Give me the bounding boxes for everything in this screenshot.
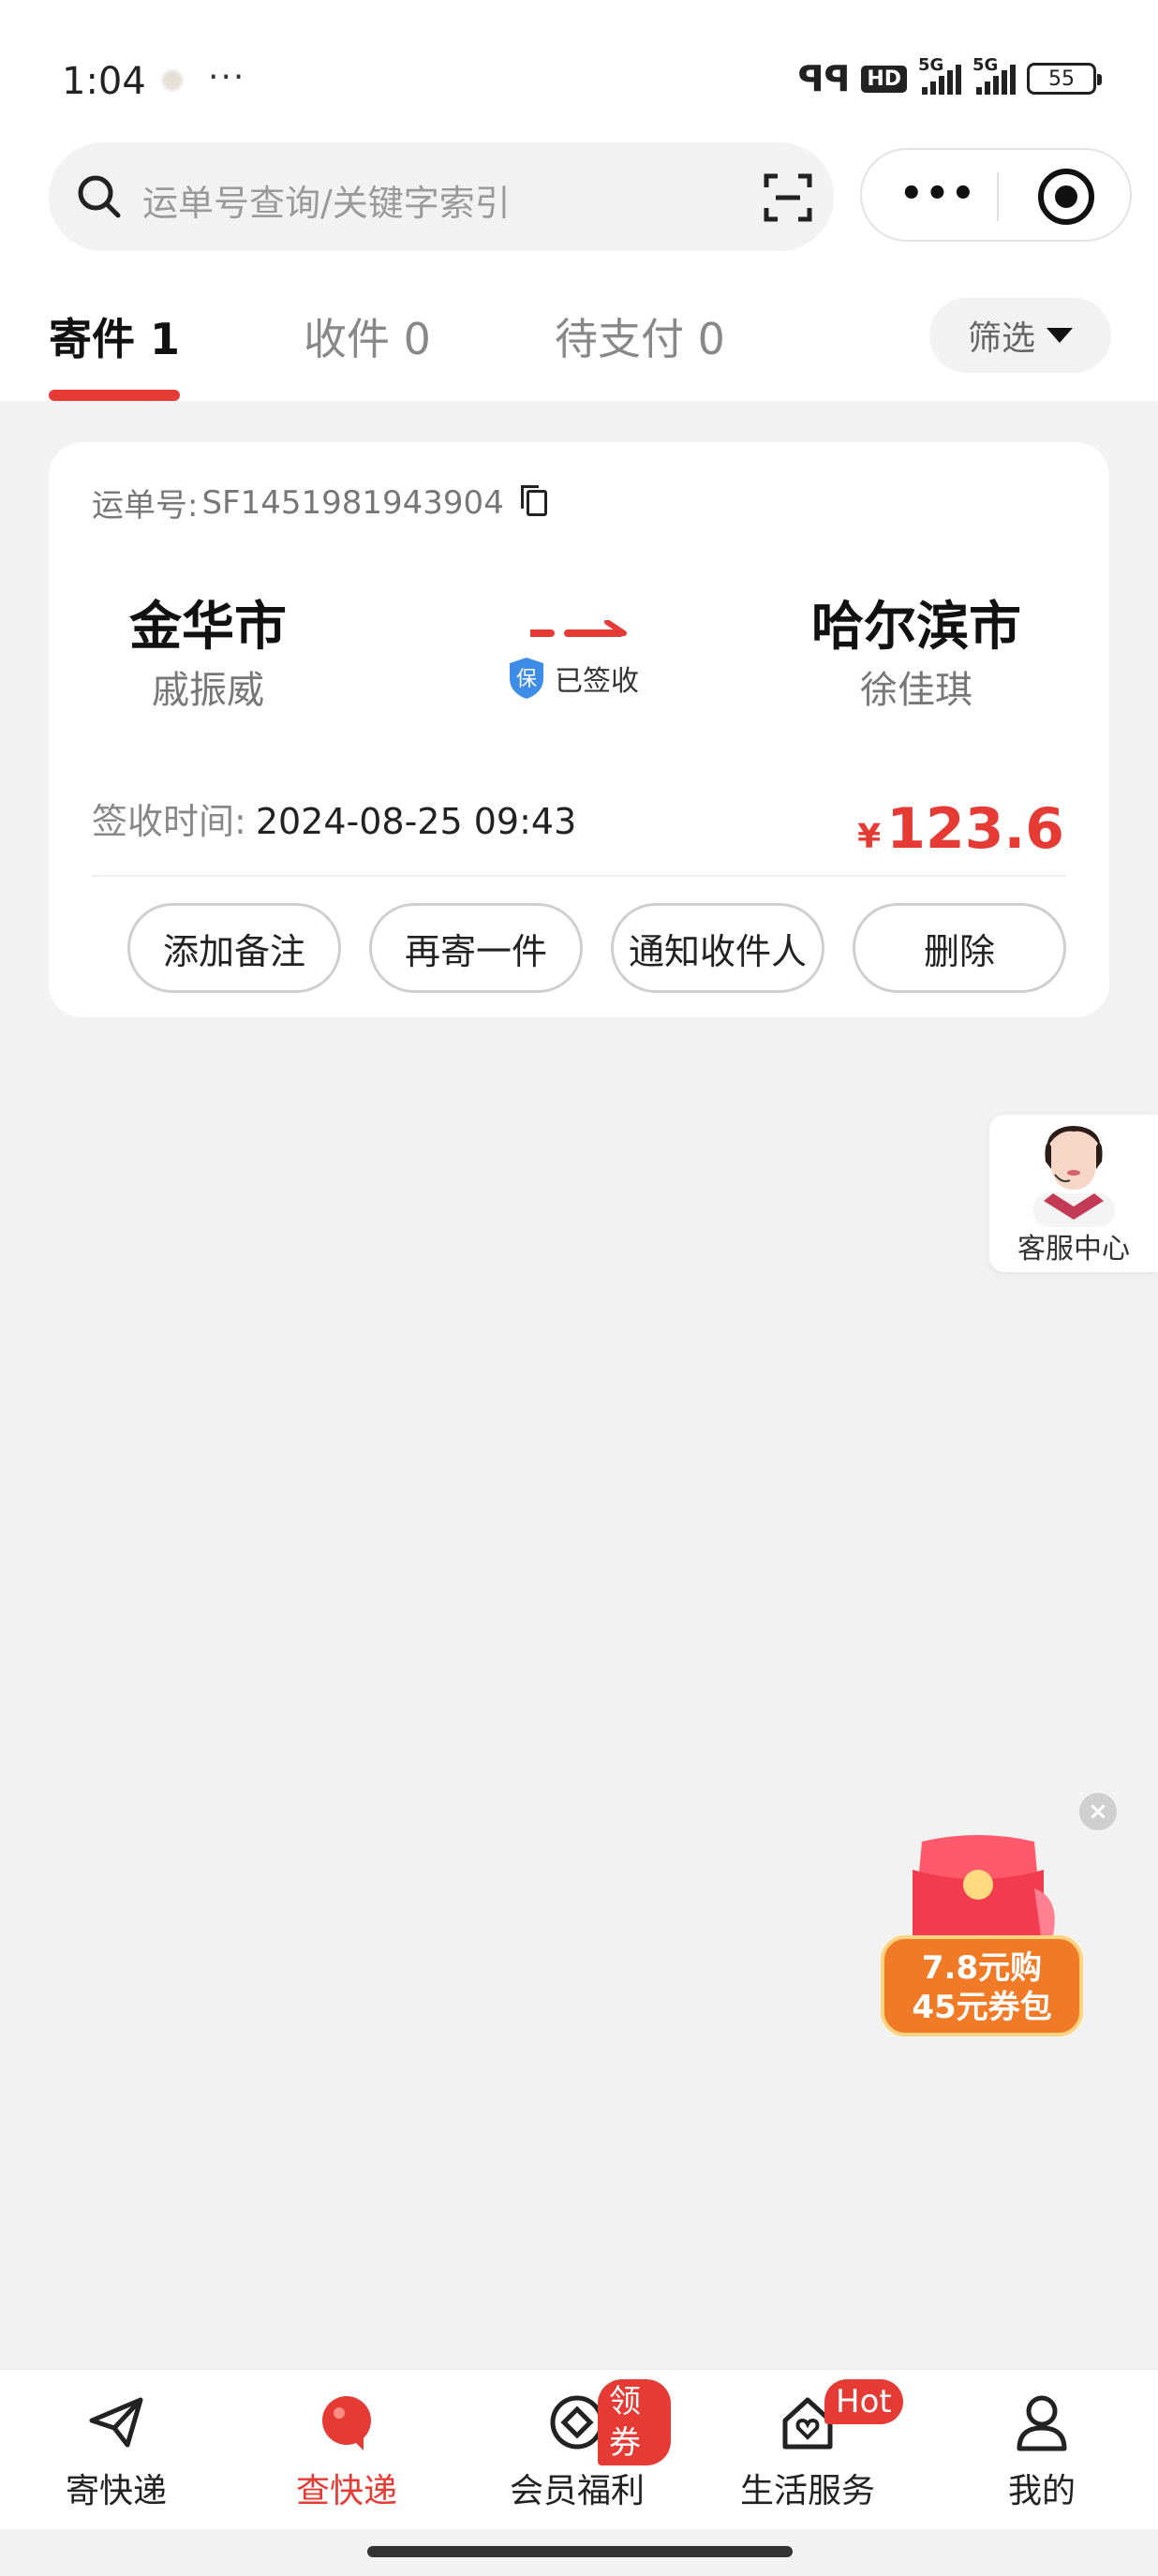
insured-shield-icon: 保: [510, 658, 543, 699]
waybill-row: 运单号: SF1451981943904: [92, 480, 547, 526]
delete-button[interactable]: 删除: [853, 903, 1066, 993]
svg-text:保: 保: [516, 668, 537, 691]
status-bar: 1:04 ··· ꟼꟼ HD 5G 5G 55: [0, 0, 1158, 141]
promo-label: 7.8元购 45元券包: [881, 1935, 1083, 2036]
filter-label: 筛选: [967, 319, 1035, 358]
capsule-divider: [997, 172, 999, 221]
price-value: 123.6: [886, 796, 1064, 862]
waybill-number: SF1451981943904: [201, 483, 504, 522]
active-tab-indicator: [49, 390, 180, 401]
waybill-label: 运单号:: [92, 487, 199, 525]
coupon-promo-banner[interactable]: 7.8元购 45元券包: [881, 1828, 1087, 2040]
hot-badge: Hot: [824, 2379, 903, 2424]
search-icon: [78, 175, 121, 218]
nav-label: 会员福利: [509, 2472, 645, 2510]
sign-time-value: 2024-08-25 09:43: [255, 801, 577, 842]
recipient-name: 徐佳琪: [860, 669, 972, 712]
customer-service-avatar-icon: [1032, 1126, 1115, 1227]
home-indicator[interactable]: [367, 2546, 793, 2557]
notify-recipient-button[interactable]: 通知收件人: [611, 903, 824, 993]
scan-icon[interactable]: [763, 172, 813, 223]
customer-service-label: 客服中心: [1017, 1233, 1130, 1266]
tab-pending-payment[interactable]: 待支付 0: [555, 305, 725, 367]
hd-icon: HD: [861, 65, 907, 93]
promo-line-1: 7.8元购: [921, 1949, 1043, 1987]
nav-label: 我的: [1007, 2472, 1076, 2510]
tab-send[interactable]: 寄件 1: [49, 305, 180, 367]
nav-send-express[interactable]: 寄快递: [22, 2370, 210, 2531]
bottom-navigation: 寄快递 查快递 会员福利 领券 生活服务 Hot 我的: [0, 2368, 1158, 2529]
paper-plane-icon: [89, 2397, 143, 2448]
shipment-card[interactable]: 运单号: SF1451981943904 金华市 戚振威 保 已签收 哈尔滨市 …: [49, 442, 1109, 1017]
coupon-badge: 领券: [598, 2379, 671, 2465]
status-time: 1:04: [62, 60, 146, 103]
sign-time-row: 签收时间: 2024-08-25 09:43: [92, 792, 576, 844]
location-bubble-icon: [322, 2396, 371, 2450]
card-divider: [92, 875, 1066, 877]
price: ¥ 123.6: [857, 796, 1064, 862]
send-again-button[interactable]: 再寄一件: [369, 903, 583, 993]
sign-time-label: 签收时间:: [92, 801, 246, 842]
signal-icon: 5G: [918, 55, 961, 95]
route-arrow-icon: [530, 620, 627, 637]
user-icon: [1017, 2395, 1067, 2451]
delivery-status: 保 已签收: [506, 656, 639, 701]
nav-label: 查快递: [295, 2472, 397, 2510]
promo-line-2: 45元券包: [912, 1989, 1052, 2026]
battery-icon: 55: [1027, 63, 1102, 95]
sender-name: 戚振威: [152, 669, 264, 712]
currency-symbol: ¥: [857, 818, 882, 856]
customer-service-button[interactable]: 客服中心: [989, 1115, 1158, 1272]
copy-icon[interactable]: [520, 484, 547, 516]
close-miniprogram-icon[interactable]: [1038, 169, 1094, 225]
search-bar[interactable]: 运单号查询/关键字索引: [49, 142, 834, 251]
caret-down-icon: [1047, 328, 1073, 343]
nav-mine[interactable]: 我的: [948, 2370, 1136, 2531]
nav-member-benefits[interactable]: 会员福利 领券: [483, 2370, 671, 2531]
mini-program-capsule: •••: [860, 148, 1132, 242]
notification-dot-icon: [161, 69, 184, 92]
close-icon[interactable]: ×: [1079, 1793, 1117, 1830]
filter-button[interactable]: 筛选: [929, 298, 1111, 373]
signal-icon-2: 5G: [972, 55, 1016, 95]
more-menu-icon[interactable]: •••: [899, 172, 977, 215]
tab-receive[interactable]: 收件 0: [304, 305, 431, 367]
status-icons: ꟼꟼ HD 5G 5G 55: [797, 55, 1102, 99]
origin-city: 金华市: [129, 597, 287, 658]
nav-label: 寄快递: [65, 2472, 167, 2510]
nav-track-express[interactable]: 查快递: [253, 2370, 440, 2531]
add-note-button[interactable]: 添加备注: [127, 903, 341, 993]
nav-life-services[interactable]: 生活服务 Hot: [714, 2370, 903, 2531]
destination-city: 哈尔滨市: [811, 597, 1021, 658]
search-input[interactable]: 运单号查询/关键字索引: [142, 174, 511, 226]
status-more-icon: ···: [208, 58, 246, 96]
nav-label: 生活服务: [739, 2472, 875, 2510]
status-label: 已签收: [555, 665, 639, 698]
earbuds-icon: ꟼꟼ: [797, 58, 851, 99]
